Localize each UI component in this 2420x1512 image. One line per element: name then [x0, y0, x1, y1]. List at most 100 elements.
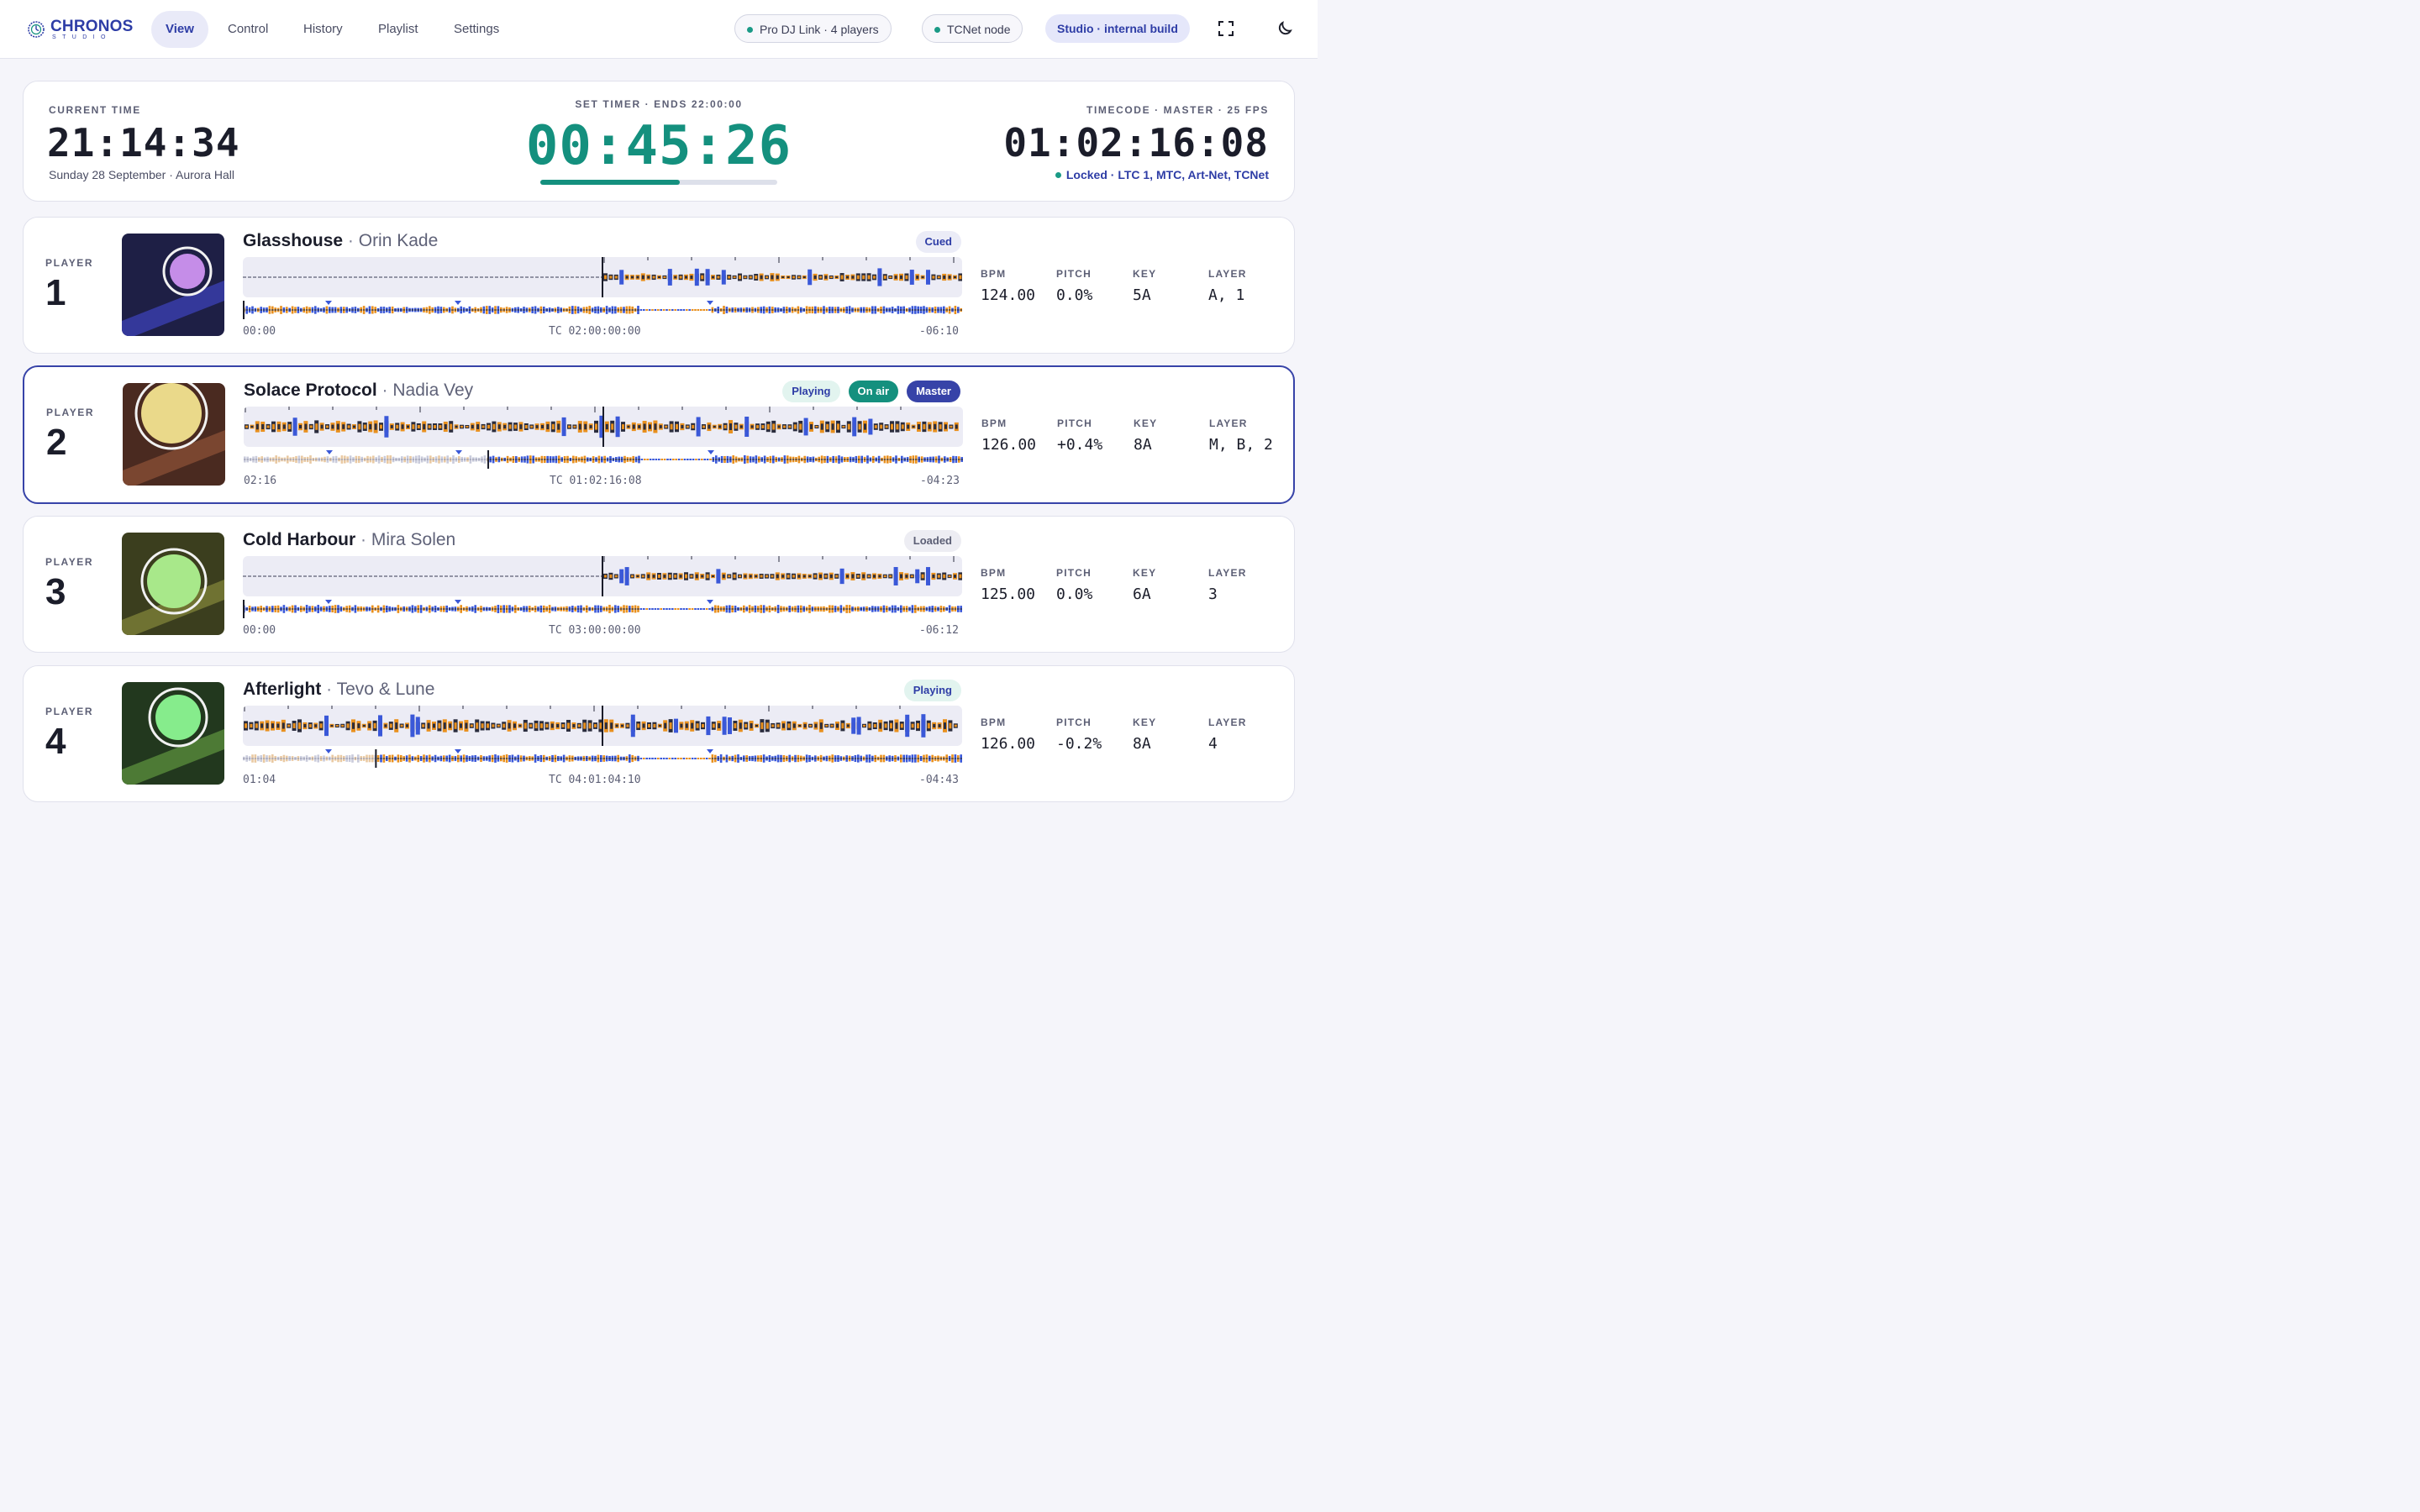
elapsed-time: 02:16 — [244, 475, 277, 487]
playing-badge: Playing — [903, 680, 961, 701]
timecode-value: 01:02:16:08 — [1003, 120, 1269, 165]
player-label: PLAYER — [45, 706, 94, 717]
tab-playlist[interactable]: Playlist — [364, 11, 433, 48]
status-badges: Playing — [903, 680, 961, 701]
bpm-value: 124.00 — [981, 286, 1036, 304]
logo-subtitle: STUDIO — [52, 34, 112, 40]
key-stat: KEY 6A — [1133, 567, 1156, 605]
prodj-status-text: Pro DJ Link · 4 players — [760, 23, 879, 36]
bpm-value: 126.00 — [981, 735, 1036, 753]
key-label: KEY — [1133, 717, 1157, 728]
bpm-label: BPM — [981, 417, 1007, 429]
set-timer-progress-fill — [540, 180, 681, 185]
bpm-value: 126.00 — [981, 436, 1037, 454]
elapsed-time: 01:04 — [243, 774, 276, 786]
track-title-line: Afterlight · Tevo & Lune — [243, 680, 435, 699]
player-number: 4 — [45, 721, 66, 762]
tab-view[interactable]: View — [151, 11, 208, 48]
layer-value: A, 1 — [1208, 286, 1245, 304]
elapsed-time: 00:00 — [243, 325, 276, 338]
key-stat: KEY 8A — [1134, 417, 1157, 455]
bpm-label: BPM — [981, 567, 1007, 579]
player-number: 2 — [46, 422, 67, 463]
key-label: KEY — [1133, 268, 1157, 280]
key-stat: KEY 8A — [1133, 717, 1156, 754]
status-badges: Loaded — [903, 530, 961, 552]
bpm-value: 125.00 — [981, 585, 1036, 603]
key-label: KEY — [1134, 417, 1158, 429]
track-title: Glasshouse — [243, 231, 344, 250]
key-value: 8A — [1133, 735, 1151, 753]
track-title-line: Cold Harbour · Mira Solen — [243, 530, 456, 549]
status-badges: Cued — [915, 231, 961, 253]
player-card-4[interactable]: PLAYER 4 Afterlight · Tevo & Lune Playin… — [23, 665, 1295, 802]
pitch-label: PITCH — [1056, 268, 1092, 280]
build-badge[interactable]: Studio · internal build — [1045, 14, 1190, 43]
track-artist: Mira Solen — [371, 530, 456, 549]
layer-value: 3 — [1208, 585, 1218, 603]
track-timecode: TC 02:00:00:00 — [549, 325, 641, 338]
waveform-detail[interactable] — [243, 556, 962, 596]
player-number: 3 — [45, 571, 66, 612]
bpm-stat: BPM 126.00 — [981, 717, 1035, 754]
bpm-label: BPM — [981, 268, 1007, 280]
track-title-line: Glasshouse · Orin Kade — [243, 231, 439, 250]
tab-control[interactable]: Control — [213, 11, 282, 48]
pitch-value: 0.0% — [1056, 585, 1093, 603]
elapsed-time: 00:00 — [243, 624, 276, 637]
player-card-2[interactable]: PLAYER 2 Solace Protocol · Nadia Vey Pla… — [23, 365, 1295, 504]
status-dot-icon — [747, 26, 753, 33]
track-timecode: TC 03:00:00:00 — [549, 624, 641, 637]
track-title: Solace Protocol — [244, 381, 377, 400]
fullscreen-icon[interactable] — [1216, 18, 1236, 39]
waveform-overview[interactable] — [244, 450, 963, 469]
pitch-stat: PITCH +0.4% — [1057, 417, 1102, 455]
tab-history[interactable]: History — [289, 11, 357, 48]
tcnet-status-pill[interactable]: TCNet node — [922, 14, 1023, 43]
pitch-stat: PITCH 0.0% — [1056, 268, 1092, 306]
set-timer-progress — [540, 180, 777, 185]
remaining-time: -04:23 — [920, 475, 960, 487]
pitch-label: PITCH — [1056, 717, 1092, 728]
pitch-stat: PITCH -0.2% — [1056, 717, 1102, 754]
player-card-3[interactable]: PLAYER 3 Cold Harbour · Mira Solen Loade… — [23, 516, 1295, 653]
layer-label: LAYER — [1208, 717, 1247, 728]
waveform-overview[interactable] — [243, 749, 962, 768]
track-artist: Tevo & Lune — [336, 680, 435, 699]
layer-label: LAYER — [1208, 567, 1247, 579]
status-dot-icon — [934, 26, 940, 33]
prodj-status-pill[interactable]: Pro DJ Link · 4 players — [734, 14, 892, 43]
playing-badge: Playing — [782, 381, 840, 402]
tab-settings[interactable]: Settings — [439, 11, 513, 48]
waveform-overview[interactable] — [243, 600, 962, 618]
key-stat: KEY 5A — [1133, 268, 1156, 306]
layer-label: LAYER — [1208, 268, 1247, 280]
layer-stat: LAYER M, B, 2 — [1209, 417, 1276, 455]
player-card-1[interactable]: PLAYER 1 Glasshouse · Orin Kade Cued 00:… — [23, 217, 1295, 354]
pitch-value: -0.2% — [1056, 735, 1102, 753]
waveform-detail[interactable] — [244, 407, 963, 447]
pitch-value: 0.0% — [1056, 286, 1093, 304]
logo[interactable]: CHRONOS STUDIO — [27, 17, 136, 42]
album-art — [122, 682, 224, 785]
track-title: Afterlight — [243, 680, 322, 699]
timecode-status-text: Locked · LTC 1, MTC, Art-Net, TCNet — [1065, 168, 1269, 181]
clock-panel: CURRENT TIME 21:14:34 Sunday 28 Septembe… — [23, 81, 1295, 202]
player-label: PLAYER — [45, 556, 94, 568]
album-art — [123, 383, 225, 486]
logo-wordmark: CHRONOS — [50, 18, 134, 35]
waveform-detail[interactable] — [243, 706, 962, 746]
status-badges: Playing On air Master — [782, 381, 960, 402]
onair-badge: On air — [848, 381, 899, 402]
layer-stat: LAYER 3 — [1208, 567, 1276, 605]
clock-logo-icon — [28, 21, 45, 38]
tcnet-status-text: TCNet node — [947, 23, 1011, 36]
album-art — [122, 533, 224, 635]
moon-icon[interactable] — [1275, 18, 1295, 39]
waveform-overview[interactable] — [243, 301, 962, 319]
key-value: 6A — [1133, 585, 1151, 603]
top-bar: CHRONOS STUDIO View Control History Play… — [0, 0, 1318, 59]
bpm-stat: BPM 124.00 — [981, 268, 1035, 306]
waveform-detail[interactable] — [243, 257, 962, 297]
timecode-status: Locked · LTC 1, MTC, Art-Net, TCNet — [1055, 168, 1269, 181]
